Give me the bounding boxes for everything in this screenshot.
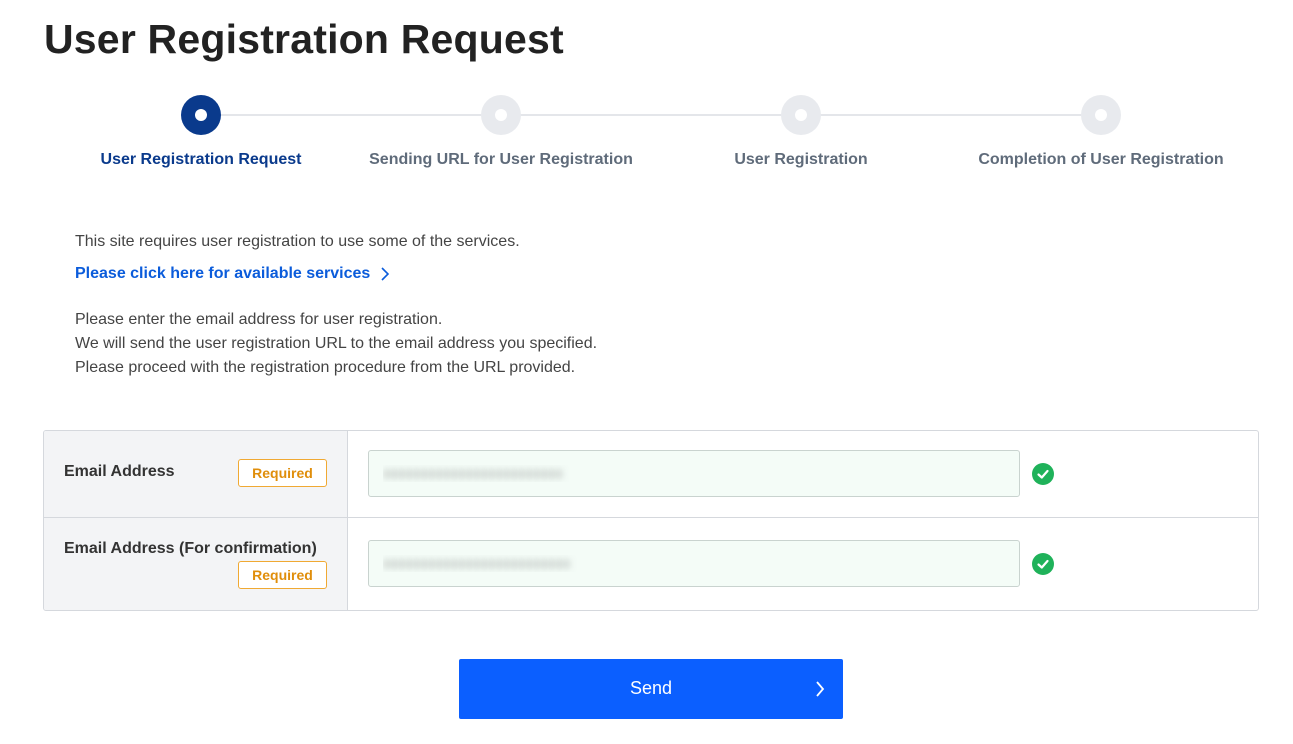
step-indicator — [781, 95, 821, 135]
email-confirm-input-cell — [348, 518, 1258, 610]
step-indicator — [481, 95, 521, 135]
chevron-right-icon — [816, 681, 825, 697]
send-button-label: Send — [629, 678, 673, 698]
email-label: Email Address — [64, 463, 175, 480]
registration-notice: This site requires user registration to … — [75, 233, 520, 250]
email-input[interactable] — [368, 450, 1020, 497]
step-indicator-active — [181, 95, 221, 135]
instruction-line: Please enter the email address for user … — [75, 311, 443, 328]
email-label-cell: Email Address Required — [44, 431, 348, 517]
email-confirm-label: Email Address (For confirmation) — [64, 540, 317, 557]
page-title: User Registration Request — [44, 16, 564, 62]
instruction-line: We will send the user registration URL t… — [75, 335, 598, 352]
intro-section: This site requires user registration to … — [75, 230, 597, 380]
check-circle-icon — [1032, 463, 1054, 485]
email-row: Email Address Required — [44, 431, 1258, 518]
chevron-right-icon — [381, 267, 390, 281]
step-user-registration-request: User Registration Request — [51, 95, 351, 169]
required-badge: Required — [238, 459, 327, 487]
email-input-cell — [348, 431, 1258, 517]
email-confirm-label-cell: Email Address (For confirmation) Require… — [44, 518, 348, 610]
step-label: Completion of User Registration — [978, 151, 1224, 168]
instructions: Please enter the email address for user … — [75, 308, 597, 380]
instruction-line: Please proceed with the registration pro… — [75, 359, 576, 376]
check-circle-icon — [1032, 553, 1054, 575]
send-button[interactable]: Send — [459, 659, 843, 719]
step-indicator — [1081, 95, 1121, 135]
email-confirm-input[interactable] — [368, 540, 1020, 587]
step-label: User Registration Request — [100, 151, 302, 168]
email-confirm-row: Email Address (For confirmation) Require… — [44, 518, 1258, 610]
available-services-link[interactable]: Please click here for available services — [75, 262, 390, 286]
required-badge: Required — [238, 561, 327, 589]
step-label: Sending URL for User Registration — [369, 151, 633, 168]
progress-stepper: User Registration Request Sending URL fo… — [0, 90, 1293, 180]
step-label: User Registration — [734, 151, 868, 168]
available-services-link-label: Please click here for available services — [75, 265, 371, 282]
step-completion: Completion of User Registration — [951, 95, 1251, 169]
registration-form: Email Address Required Email Address (Fo… — [43, 430, 1259, 611]
step-sending-url: Sending URL for User Registration — [351, 95, 651, 169]
step-user-registration: User Registration — [651, 95, 951, 169]
